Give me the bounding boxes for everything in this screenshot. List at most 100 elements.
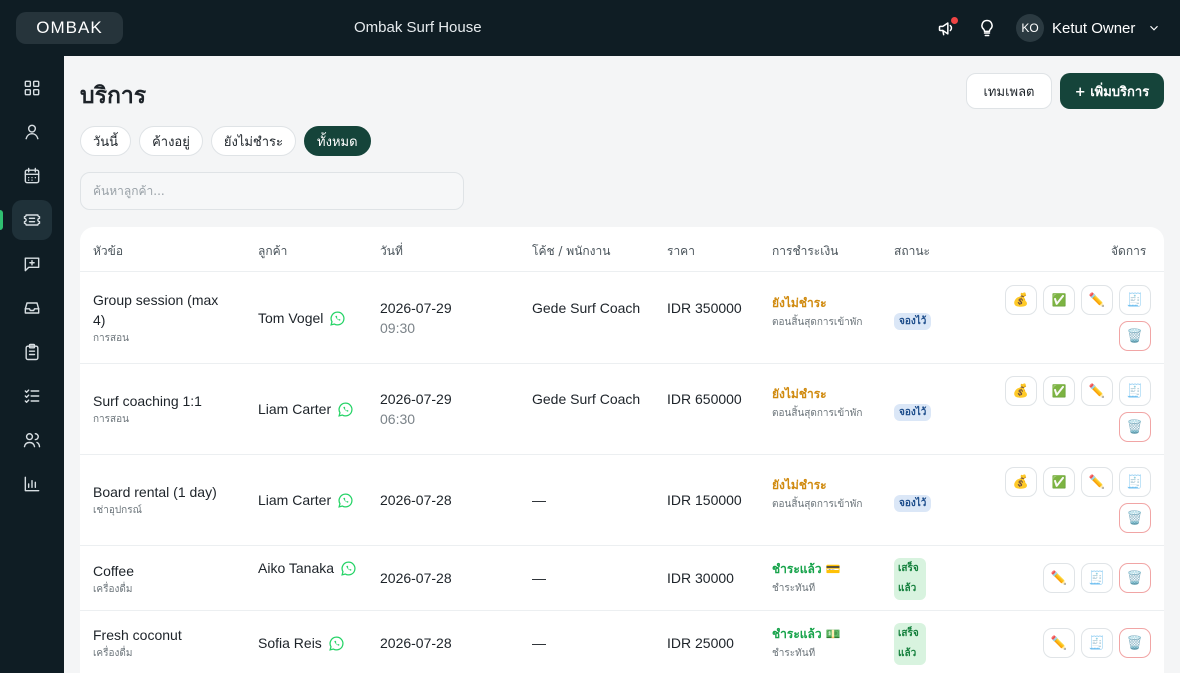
whatsapp-icon[interactable]: [340, 560, 357, 577]
receipt-button[interactable]: 🧾: [1119, 467, 1151, 497]
pencil-icon: ✏️: [1050, 635, 1068, 651]
charge-button[interactable]: 💰: [1005, 467, 1037, 497]
delete-button[interactable]: 🗑️: [1119, 412, 1151, 442]
receipt-icon: 🧾: [1088, 635, 1106, 651]
trash-icon: 🗑️: [1126, 510, 1144, 526]
payment-note: ตอนสิ้นสุดการเข้าพัก: [772, 499, 863, 510]
charge-button[interactable]: 💰: [1005, 376, 1037, 406]
search-input[interactable]: [80, 172, 464, 210]
whatsapp-icon[interactable]: [337, 401, 354, 418]
receipt-button[interactable]: 🧾: [1119, 285, 1151, 315]
payment-note: ชำระทันที: [772, 583, 816, 594]
lightbulb-icon[interactable]: [975, 16, 999, 40]
delete-button[interactable]: 🗑️: [1119, 563, 1151, 593]
table-row[interactable]: Coffee เครื่องดื่ม Aiko Tanaka 2026-07-2…: [80, 546, 1164, 611]
service-cell: Board rental (1 day) เช่าอุปกรณ์: [93, 482, 243, 518]
announcement-icon[interactable]: [935, 16, 959, 40]
trash-icon: 🗑️: [1126, 419, 1144, 435]
payment-cell: ยังไม่ชำระ ตอนสิ้นสุดการเข้าพัก: [772, 294, 868, 330]
date-value: 2026-07-28: [380, 570, 452, 586]
edit-button[interactable]: ✏️: [1043, 563, 1075, 593]
date-value: 2026-07-28: [380, 492, 452, 508]
coach-name: —: [532, 570, 546, 586]
date-value: 2026-07-29: [380, 391, 452, 407]
header-date: วันที่: [380, 244, 403, 258]
customer-name: Tom Vogel: [258, 310, 324, 326]
table-row[interactable]: Board rental (1 day) เช่าอุปกรณ์ Liam Ca…: [80, 455, 1164, 546]
payment-cell: ยังไม่ชำระ ตอนสิ้นสุดการเข้าพัก: [772, 476, 868, 512]
delete-button[interactable]: 🗑️: [1119, 628, 1151, 658]
receipt-icon: 🧾: [1088, 570, 1106, 586]
clipboard-icon: [25, 343, 39, 361]
pencil-icon: ✏️: [1088, 474, 1106, 490]
customer-cell: Liam Carter: [258, 490, 354, 510]
sidebar-item-profile[interactable]: [12, 112, 52, 152]
sidebar-item-checklist[interactable]: [12, 376, 52, 416]
whatsapp-icon[interactable]: [337, 492, 354, 509]
table-row[interactable]: Group session (max 4) การสอน Tom Vogel 2…: [80, 272, 1164, 364]
table-row[interactable]: Fresh coconut เครื่องดื่ม Sofia Reis 202…: [80, 611, 1164, 673]
sidebar-item-clipboard[interactable]: [12, 332, 52, 372]
complete-button[interactable]: ✅: [1043, 376, 1075, 406]
customer-cell: Tom Vogel: [258, 308, 346, 328]
pencil-icon: ✏️: [1088, 292, 1106, 308]
user-icon: [25, 124, 39, 140]
trash-icon: 🗑️: [1126, 570, 1144, 586]
complete-button[interactable]: ✅: [1043, 467, 1075, 497]
template-button[interactable]: เทมเพลต: [966, 73, 1052, 109]
payment-note: ชำระทันที: [772, 648, 816, 659]
inbox-icon: [24, 302, 40, 314]
sidebar-item-add-note[interactable]: [12, 244, 52, 284]
delete-button[interactable]: 🗑️: [1119, 321, 1151, 351]
charge-button[interactable]: 💰: [1005, 285, 1037, 315]
receipt-button[interactable]: 🧾: [1119, 376, 1151, 406]
filter-all[interactable]: ทั้งหมด: [304, 126, 371, 156]
complete-button[interactable]: ✅: [1043, 285, 1075, 315]
coach-name: —: [532, 492, 546, 508]
sidebar-item-users[interactable]: [12, 420, 52, 460]
trash-icon: 🗑️: [1126, 328, 1144, 344]
delete-button[interactable]: 🗑️: [1119, 503, 1151, 533]
status-cell: จองไว้: [894, 400, 932, 421]
sidebar-item-dashboard[interactable]: [12, 68, 52, 108]
sidebar-item-calendar[interactable]: [12, 156, 52, 196]
filter-chips: วันนี้ ค้างอยู่ ยังไม่ชำระ ทั้งหมด: [80, 126, 371, 156]
customer-name: Liam Carter: [258, 401, 332, 417]
edit-button[interactable]: ✏️: [1043, 628, 1075, 658]
header-customer: ลูกค้า: [258, 244, 288, 258]
whatsapp-icon[interactable]: [328, 635, 345, 652]
sidebar-item-reports[interactable]: [12, 464, 52, 504]
sidebar-item-services[interactable]: [12, 200, 52, 240]
coach-name: Gede Surf Coach: [532, 391, 641, 407]
payment-status: ชำระแล้ว 💵: [772, 627, 841, 641]
status-badge: เสร็จแล้ว: [894, 623, 926, 665]
sidebar: [0, 56, 64, 673]
status-cell: จองไว้: [894, 491, 932, 512]
filter-today[interactable]: วันนี้: [80, 126, 132, 156]
coach-name: —: [532, 635, 546, 651]
header-payment: การชำระเงิน: [772, 244, 839, 258]
receipt-icon: 🧾: [1126, 383, 1144, 399]
filter-unpaid[interactable]: ยังไม่ชำระ: [210, 126, 297, 156]
edit-button[interactable]: ✏️: [1081, 467, 1113, 497]
add-service-button[interactable]: + เพิ่มบริการ: [1060, 73, 1164, 109]
receipt-button[interactable]: 🧾: [1081, 628, 1113, 658]
calendar-icon: [24, 167, 40, 184]
whatsapp-icon[interactable]: [329, 310, 346, 327]
status-badge: จองไว้: [894, 313, 932, 330]
edit-button[interactable]: ✏️: [1081, 376, 1113, 406]
payment-note: ตอนสิ้นสุดการเข้าพัก: [772, 317, 863, 328]
price-value: IDR 25000: [667, 635, 734, 651]
sidebar-item-inbox[interactable]: [12, 288, 52, 328]
payment-status: ยังไม่ชำระ: [772, 478, 827, 492]
table-row[interactable]: Surf coaching 1:1 การสอน Liam Carter 202…: [80, 364, 1164, 455]
services-table: หัวข้อ ลูกค้า วันที่ โค้ช / พนักงาน ราคา…: [80, 227, 1164, 673]
service-cell: Coffee เครื่องดื่ม: [93, 561, 233, 597]
user-menu[interactable]: KO Ketut Owner: [1016, 14, 1161, 42]
app-logo[interactable]: OMBAK: [16, 12, 123, 44]
date-cell: 2026-07-29 06:30: [380, 389, 452, 429]
edit-button[interactable]: ✏️: [1081, 285, 1113, 315]
check-icon: ✅: [1051, 384, 1067, 398]
receipt-button[interactable]: 🧾: [1081, 563, 1113, 593]
filter-pending[interactable]: ค้างอยู่: [139, 126, 203, 156]
